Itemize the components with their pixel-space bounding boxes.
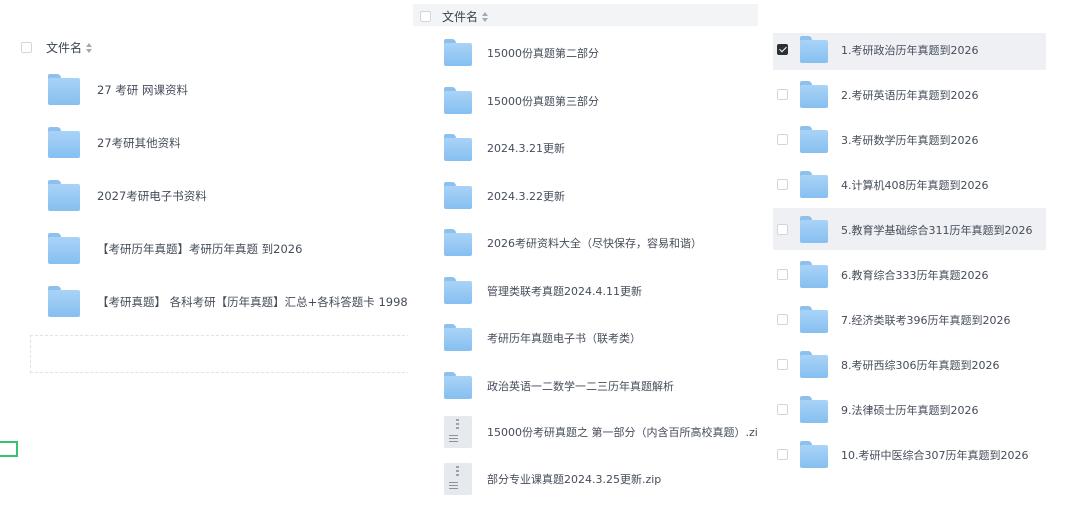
list-item[interactable]: 6.教育综合333历年真题2026 [773,261,1080,288]
folder-icon [444,134,472,161]
file-name[interactable]: 2026考研资料大全（尽快保存，容易和谐） [487,235,702,251]
row-checkbox[interactable] [777,404,788,415]
list-item[interactable]: 4.计算机408历年真题到2026 [773,171,1080,198]
list-item[interactable]: 2024.3.22更新 [413,182,758,209]
column-header-filename[interactable]: 文件名 [442,8,478,25]
file-list-panel-right: 1.考研政治历年真题到2026 2.考研英语历年真题到2026 3.考研数学历年… [773,0,1080,505]
file-list-panel-left: 文件名 27 考研 网课资料 27考研其他资料 2027考研电子书资料 【考研历… [0,0,408,505]
sort-icon[interactable] [86,42,93,53]
selection-marker [0,441,18,457]
row-checkbox[interactable] [777,449,788,460]
folder-icon [800,351,828,378]
folder-icon [444,372,472,399]
file-name[interactable]: 2027考研电子书资料 [97,188,207,204]
file-name[interactable]: 【考研历年真题】考研历年真题 到2026 [97,241,302,257]
select-all-checkbox[interactable] [21,42,32,53]
folder-icon [444,324,472,351]
file-name[interactable]: 8.考研西综306历年真题到2026 [841,357,999,373]
list-item[interactable]: 15000份考研真题之 第一部分（内含百所高校真题）.zip [413,416,758,448]
file-name[interactable]: 1.考研政治历年真题到2026 [841,42,979,58]
file-name[interactable]: 考研历年真题电子书（联考类） [487,330,641,346]
file-name[interactable]: 部分专业课真题2024.3.25更新.zip [487,471,661,487]
list-item[interactable]: 【考研真题】 各科考研【历年真题】汇总+各科答题卡 1998 [0,286,408,317]
list-item[interactable]: 2027考研电子书资料 [0,180,408,211]
row-checkbox[interactable] [777,89,788,100]
folder-icon [800,126,828,153]
folder-icon [800,396,828,423]
folder-icon [444,39,472,66]
drop-zone [30,335,408,373]
list-item[interactable]: 政治英语一二数学一二三历年真题解析 [413,372,758,399]
list-item[interactable]: 10.考研中医综合307历年真题到2026 [773,441,1080,468]
folder-icon [444,182,472,209]
file-name[interactable]: 2.考研英语历年真题到2026 [841,87,979,103]
folder-icon [48,286,80,317]
file-name[interactable]: 2024.3.21更新 [487,140,565,156]
row-checkbox[interactable] [777,359,788,370]
row-checkbox[interactable] [777,44,788,55]
folder-icon [800,81,828,108]
folder-icon [800,441,828,468]
list-item[interactable]: 管理类联考真题2024.4.11更新 [413,277,758,304]
file-name[interactable]: 27考研其他资料 [97,135,181,151]
file-name[interactable]: 15000份真题第二部分 [487,45,599,61]
file-name[interactable]: 27 考研 网课资料 [97,82,188,98]
list-item[interactable]: 15000份真题第二部分 [413,39,758,66]
list-item[interactable]: 2024.3.21更新 [413,134,758,161]
row-checkbox[interactable] [777,224,788,235]
select-all-checkbox[interactable] [420,11,431,22]
file-name[interactable]: 6.教育综合333历年真题2026 [841,267,988,283]
folder-icon [444,87,472,114]
folder-icon [800,171,828,198]
list-item[interactable]: 9.法律硕士历年真题到2026 [773,396,1080,423]
folder-icon [48,233,80,264]
sort-icon[interactable] [482,11,489,22]
list-item[interactable]: 7.经济类联考396历年真题到2026 [773,306,1080,333]
file-name[interactable]: 3.考研数学历年真题到2026 [841,132,979,148]
folder-icon [800,216,828,243]
list-header: 文件名 [420,8,489,25]
file-name[interactable]: 管理类联考真题2024.4.11更新 [487,283,642,299]
folder-icon [48,74,80,105]
list-header: 文件名 [21,39,93,56]
file-name[interactable]: 4.计算机408历年真题到2026 [841,177,988,193]
file-name[interactable]: 15000份真题第三部分 [487,93,599,109]
folder-icon [800,306,828,333]
list-item[interactable]: 考研历年真题电子书（联考类） [413,324,758,351]
file-name[interactable]: 政治英语一二数学一二三历年真题解析 [487,378,674,394]
list-item[interactable]: 部分专业课真题2024.3.25更新.zip [413,463,758,495]
zip-file-icon [444,416,472,448]
folder-icon [800,36,828,63]
list-item[interactable]: 2.考研英语历年真题到2026 [773,81,1080,108]
folder-icon [444,229,472,256]
list-item[interactable]: 2026考研资料大全（尽快保存，容易和谐） [413,229,758,256]
file-name[interactable]: 7.经济类联考396历年真题到2026 [841,312,1010,328]
list-item[interactable]: 8.考研西综306历年真题到2026 [773,351,1080,378]
list-item[interactable]: 1.考研政治历年真题到2026 [773,36,1080,63]
file-name[interactable]: 10.考研中医综合307历年真题到2026 [841,447,1028,463]
folder-icon [48,180,80,211]
list-item[interactable]: 27 考研 网课资料 [0,74,408,105]
file-name[interactable]: 15000份考研真题之 第一部分（内含百所高校真题）.zip [487,424,758,440]
file-list-panel-middle: 文件名 15000份真题第二部分 15000份真题第三部分 2024.3.21更… [413,0,758,505]
list-item[interactable]: 3.考研数学历年真题到2026 [773,126,1080,153]
folder-icon [444,277,472,304]
row-checkbox[interactable] [777,134,788,145]
list-item[interactable]: 15000份真题第三部分 [413,87,758,114]
file-name[interactable]: 2024.3.22更新 [487,188,565,204]
row-checkbox[interactable] [777,314,788,325]
row-checkbox[interactable] [777,269,788,280]
file-name[interactable]: 5.教育学基础综合311历年真题到2026 [841,222,1032,238]
file-name[interactable]: 【考研真题】 各科考研【历年真题】汇总+各科答题卡 1998 [97,294,408,310]
column-header-filename[interactable]: 文件名 [46,39,82,56]
list-item[interactable]: 【考研历年真题】考研历年真题 到2026 [0,233,408,264]
folder-icon [800,261,828,288]
list-item[interactable]: 27考研其他资料 [0,127,408,158]
row-checkbox[interactable] [777,179,788,190]
list-item[interactable]: 5.教育学基础综合311历年真题到2026 [773,216,1080,243]
file-name[interactable]: 9.法律硕士历年真题到2026 [841,402,979,418]
folder-icon [48,127,80,158]
zip-file-icon [444,463,472,495]
